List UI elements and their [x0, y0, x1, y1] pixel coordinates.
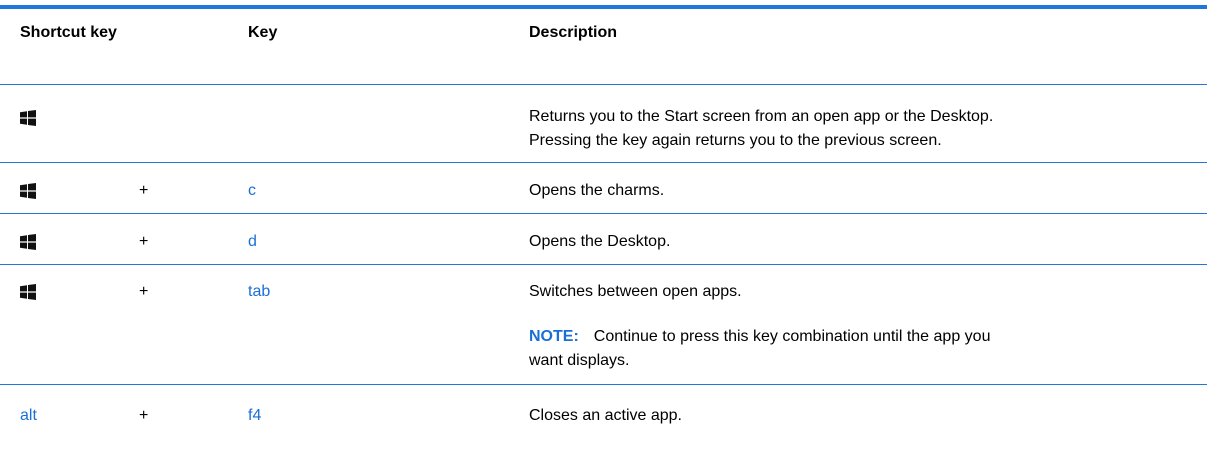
row-divider	[0, 264, 1207, 265]
note-label: NOTE:	[529, 328, 579, 345]
row1-description-line2: Pressing the key again returns you to th…	[529, 132, 942, 149]
note-text: Continue to press this key combination u…	[593, 328, 991, 345]
windows-key-icon	[20, 110, 36, 126]
row-divider	[0, 213, 1207, 214]
row2-description: Opens the charms.	[529, 182, 665, 199]
key-link-tab[interactable]: tab	[248, 281, 270, 302]
plus-sign: +	[139, 283, 149, 300]
header-shortcut-key: Shortcut key	[20, 24, 117, 41]
header-description: Description	[529, 24, 618, 41]
note-line1: NOTE: Continue to press this key combinat…	[529, 326, 990, 347]
row-divider	[0, 384, 1207, 385]
header-key: Key	[248, 24, 278, 41]
row5-description: Closes an active app.	[529, 407, 682, 424]
shortcut-link-alt[interactable]: alt	[20, 405, 37, 426]
table-top-rule	[0, 5, 1207, 9]
row1-description-line1: Returns you to the Start screen from an …	[529, 108, 994, 125]
windows-key-icon	[20, 284, 36, 300]
row3-description: Opens the Desktop.	[529, 233, 671, 250]
shortcut-keys-table: Shortcut key Key Description Returns you…	[0, 0, 1207, 455]
row-divider	[0, 162, 1207, 163]
note-line2: want displays.	[529, 352, 630, 369]
windows-key-icon	[20, 183, 36, 199]
plus-sign: +	[139, 233, 149, 250]
plus-sign: +	[139, 182, 149, 199]
key-link-c[interactable]: c	[248, 180, 256, 201]
key-link-f4[interactable]: f4	[248, 405, 261, 426]
row4-description: Switches between open apps.	[529, 283, 742, 300]
key-link-d[interactable]: d	[248, 231, 257, 252]
windows-key-icon	[20, 234, 36, 250]
header-bottom-rule	[0, 84, 1207, 85]
plus-sign: +	[139, 407, 149, 424]
